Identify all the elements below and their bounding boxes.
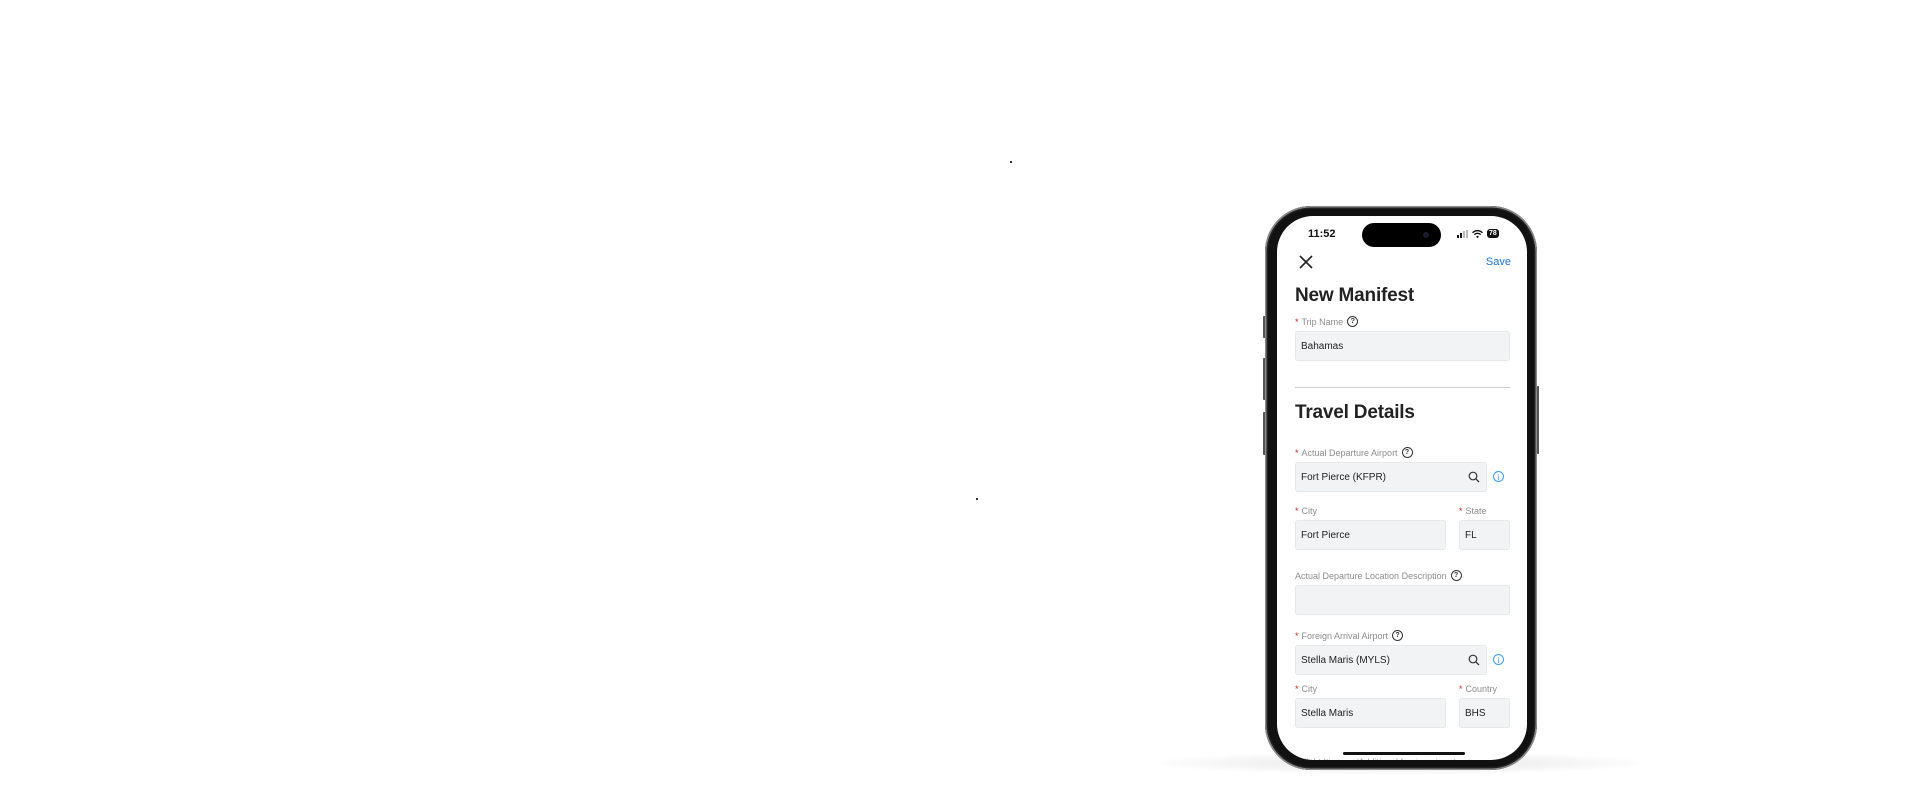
info-icon[interactable]: i [1493,471,1504,482]
help-icon[interactable]: ? [1401,447,1413,458]
trip-name-label: * Trip Name ? [1295,316,1359,327]
arrival-airport-label-text: Foreign Arrival Airport [1301,630,1389,641]
status-time: 11:52 [1308,228,1336,240]
required-marker: * [1295,630,1299,641]
arrival-city-value: Stella Maris [1301,707,1354,719]
arrival-country-label: * Country [1459,684,1497,694]
help-icon[interactable]: ? [1450,570,1462,581]
departure-location-description-label-text: Actual Departure Location Description [1295,570,1447,581]
arrival-country-input[interactable]: BHS [1459,698,1510,728]
departure-airport-input[interactable]: Fort Pierce (KFPR) [1295,462,1487,492]
search-icon[interactable] [1468,471,1480,483]
artifact-dot [976,498,978,500]
arrival-airport-input[interactable]: Stella Maris (MYLS) [1295,645,1487,675]
wifi-icon [1472,229,1483,238]
section-title: Travel Details [1295,402,1415,423]
departure-state-label: * State [1459,506,1487,516]
divider [1295,387,1510,388]
required-marker: * [1459,506,1463,516]
departure-state-input[interactable]: FL [1459,520,1510,550]
help-icon[interactable]: ? [1347,316,1359,327]
arrival-city-label: * City [1295,684,1317,694]
departure-location-description-label: Actual Departure Location Description ? [1295,570,1462,581]
departure-city-input[interactable]: Fort Pierce [1295,520,1446,550]
departure-city-label-text: City [1301,506,1318,516]
page-title: New Manifest [1295,285,1415,306]
arrival-airport-value: Stella Maris (MYLS) [1301,654,1390,666]
trip-name-value: Bahamas [1301,340,1344,352]
phone-screen: 11:52 78 Save New Manifest * Trip Name ?… [1277,216,1527,760]
status-icons: 78 [1457,229,1499,238]
departure-airport-label: * Actual Departure Airport ? [1295,447,1413,458]
camera-icon [1423,232,1429,238]
departure-city-value: Fort Pierce [1301,529,1350,541]
signal-icon [1457,229,1468,238]
departure-state-label-text: State [1465,506,1487,516]
required-marker: * [1459,684,1463,694]
departure-airport-label-text: Actual Departure Airport [1301,447,1398,458]
trip-name-label-text: Trip Name [1301,316,1344,327]
arrival-airport-label: * Foreign Arrival Airport ? [1295,630,1404,641]
departure-state-value: FL [1465,529,1477,541]
departure-city-label: * City [1295,506,1317,516]
arrival-city-input[interactable]: Stella Maris [1295,698,1446,728]
required-marker: * [1295,506,1299,516]
info-icon[interactable]: i [1493,654,1504,665]
arrival-country-label-text: Country [1465,684,1498,694]
trip-name-input[interactable]: Bahamas [1295,331,1510,361]
required-marker: * [1295,316,1299,327]
artifact-dot [1010,161,1012,163]
battery-icon: 78 [1487,229,1499,238]
search-icon[interactable] [1468,654,1480,666]
help-icon[interactable]: ? [1392,630,1404,641]
dynamic-island [1362,223,1441,247]
required-marker: * [1295,447,1299,458]
close-icon[interactable] [1298,254,1314,270]
arrival-city-label-text: City [1301,684,1318,694]
departure-location-description-input[interactable] [1295,585,1510,615]
required-marker: * [1295,684,1299,694]
arrival-country-value: BHS [1465,707,1486,719]
next-field-label-partial: Flight Itinerary/Additional foreign airp… [1299,757,1456,760]
departure-airport-value: Fort Pierce (KFPR) [1301,471,1387,483]
home-indicator[interactable] [1343,752,1465,755]
save-button[interactable]: Save [1486,256,1511,268]
